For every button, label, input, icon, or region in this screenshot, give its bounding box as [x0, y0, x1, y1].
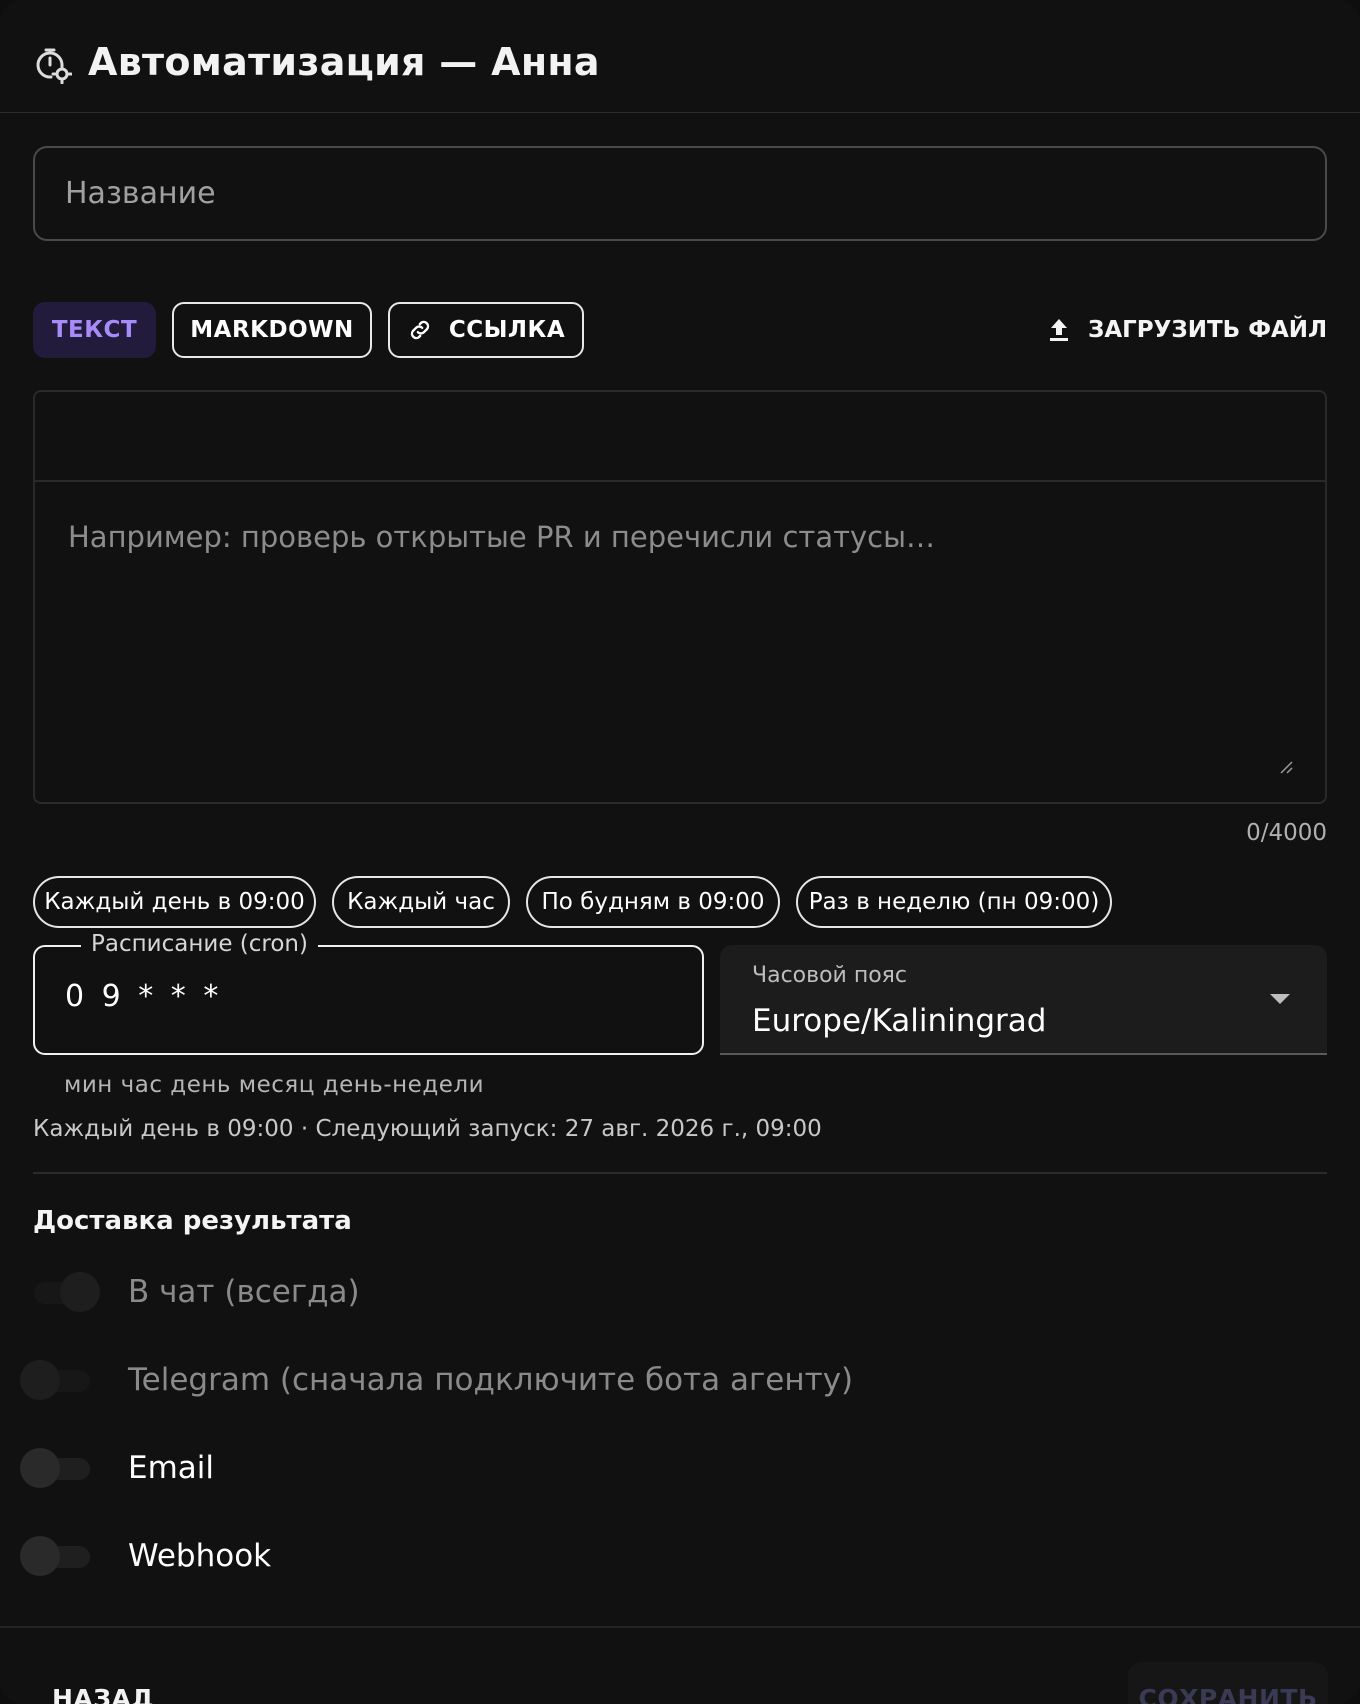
preset-chip-label: Каждый час [347, 889, 495, 915]
delivery-toggle-telegram[interactable] [20, 1356, 96, 1404]
name-input[interactable] [35, 148, 1325, 239]
cron-label: Расписание (cron) [81, 931, 318, 957]
delivery-option-webhook[interactable]: Webhook [20, 1532, 271, 1580]
link-icon [410, 320, 430, 340]
delivery-label: Telegram (сначала подключите бота агенту… [128, 1362, 854, 1398]
preset-chip-label: Раз в неделю (пн 09:00) [808, 889, 1100, 915]
name-field[interactable] [33, 146, 1327, 241]
upload-icon [1050, 319, 1068, 341]
timer-gear-icon [36, 48, 72, 84]
delivery-option-chat[interactable]: В чат (всегда) [20, 1268, 360, 1316]
delivery-toggle-chat[interactable] [20, 1268, 100, 1316]
upload-file-button[interactable]: ЗАГРУЗИТЬ ФАЙЛ [1048, 302, 1327, 358]
delivery-toggle-webhook[interactable] [20, 1532, 96, 1580]
delivery-label: Webhook [128, 1538, 272, 1574]
prompt-editor[interactable]: Например: проверь открытые PR и перечисл… [33, 390, 1327, 804]
chevron-down-icon [1270, 994, 1290, 1004]
delivery-label: В чат (всегда) [128, 1274, 360, 1310]
preset-chip-daily[interactable]: Каждый день в 09:00 [33, 876, 316, 928]
delivery-label: Email [128, 1450, 215, 1486]
mode-text-button[interactable]: ТЕКСТ [33, 302, 156, 358]
cron-input[interactable]: 0 9 * * * [65, 979, 222, 1014]
save-button[interactable]: СОХРАНИТЬ [1128, 1662, 1328, 1704]
delivery-option-email[interactable]: Email [20, 1444, 214, 1492]
delivery-option-telegram[interactable]: Telegram (сначала подключите бота агенту… [20, 1356, 853, 1404]
mode-link-label: ССЫЛКА [448, 317, 566, 343]
timezone-select[interactable]: Часовой пояс Europe/Kaliningrad [720, 945, 1327, 1055]
save-button-label: СОХРАНИТЬ [1138, 1684, 1318, 1704]
timezone-label: Часовой пояс [752, 963, 908, 988]
automation-dialog: Автоматизация — Анна ТЕКСТ MARKDOWN ССЫЛ… [0, 0, 1360, 1704]
mode-text-label: ТЕКСТ [51, 317, 138, 343]
editor-toolbar [35, 392, 1325, 482]
schedule-summary: Каждый день в 09:00 · Следующий запуск: … [33, 1116, 822, 1142]
cron-helper-text: мин час день месяц день-недели [64, 1072, 485, 1098]
timezone-value: Europe/Kaliningrad [752, 1003, 1047, 1039]
char-counter: 0/4000 [1246, 820, 1327, 846]
back-button[interactable]: НАЗАД [52, 1684, 154, 1704]
cron-field[interactable]: Расписание (cron) 0 9 * * * [33, 931, 704, 1055]
delivery-toggle-email[interactable] [20, 1444, 96, 1492]
editor-placeholder: Например: проверь открытые PR и перечисл… [68, 520, 935, 554]
resize-handle-icon[interactable] [1279, 760, 1293, 774]
mode-markdown-button[interactable]: MARKDOWN [172, 302, 372, 358]
preset-chip-hourly[interactable]: Каждый час [332, 876, 510, 928]
preset-chip-weekdays[interactable]: По будням в 09:00 [526, 876, 780, 928]
preset-chip-label: Каждый день в 09:00 [44, 889, 305, 915]
divider [33, 1172, 1327, 1174]
preset-chip-label: По будням в 09:00 [541, 889, 765, 915]
dialog-footer: НАЗАД СОХРАНИТЬ [0, 1626, 1360, 1704]
mode-link-button[interactable]: ССЫЛКА [388, 302, 584, 358]
dialog-title: Автоматизация — Анна [88, 40, 600, 84]
delivery-title: Доставка результата [33, 1206, 352, 1236]
dialog-header: Автоматизация — Анна [0, 0, 1360, 113]
mode-markdown-label: MARKDOWN [190, 317, 354, 343]
upload-file-label: ЗАГРУЗИТЬ ФАЙЛ [1088, 317, 1328, 343]
preset-chip-weekly[interactable]: Раз в неделю (пн 09:00) [796, 876, 1112, 928]
